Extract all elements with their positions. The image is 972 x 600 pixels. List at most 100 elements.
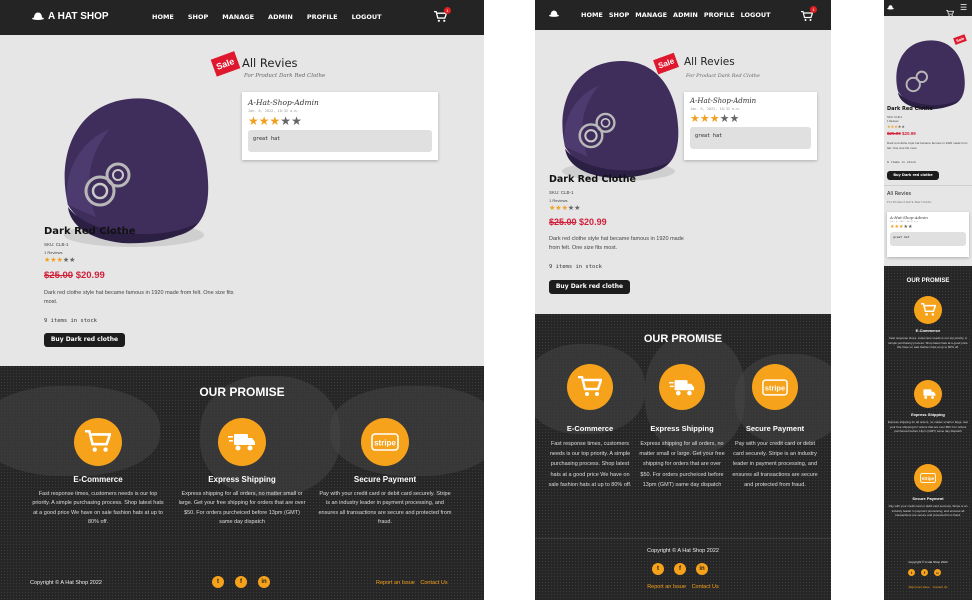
feature-shipping: Express Shipping Express shipping for al… [639, 364, 725, 490]
feature-title: Express Shipping [208, 475, 276, 484]
nav-link-manage[interactable]: MANAGE [222, 13, 254, 21]
twitter-icon[interactable]: t [908, 569, 915, 576]
copyright: Copyright © A Hat Shop 2022 [647, 548, 719, 554]
report-issue-link[interactable]: Report an Issue [647, 584, 686, 590]
linkedin-icon[interactable]: in [934, 569, 941, 576]
review-date: Jan. 6, 2022, 10:32 a.m. [890, 221, 919, 223]
nav-link-home[interactable]: HOME [152, 13, 174, 21]
nav-link-shop[interactable]: SHOP [609, 11, 629, 19]
product-section: Sale Dark Red Clothe SKU: CLB-1 1 Review… [884, 16, 972, 266]
navbar: A HAT SHOP HOME SHOP MANAGE ADMIN PROFIL… [0, 0, 484, 35]
nav-link-home[interactable]: HOME [581, 11, 603, 19]
old-price: $25.00 [549, 217, 577, 227]
review-card: A-Hat-Shop-Admin Jan. 6, 2022, 10:32 a.m… [887, 212, 969, 257]
feature-text: Fast response times, customers needs is … [888, 336, 968, 349]
cart-count-badge: 1 [444, 7, 451, 14]
contact-link[interactable]: Contact Us [420, 580, 447, 586]
product-section: Sale All Revies For Product Dark Red Clo… [535, 30, 831, 314]
hat-logo-icon [549, 10, 559, 17]
brand-logo[interactable]: A HAT SHOP [32, 11, 109, 22]
nav-link-admin[interactable]: ADMIN [673, 11, 698, 19]
nav-link-shop[interactable]: SHOP [188, 13, 208, 21]
nav-link-profile[interactable]: PROFILE [307, 13, 338, 21]
nav-link-profile[interactable]: PROFILE [704, 11, 735, 19]
review-author: A-Hat-Shop-Admin [248, 98, 319, 107]
buy-button[interactable]: Buy Dark red clothe [549, 280, 630, 294]
feature-title: E-Commerce [73, 475, 123, 484]
nav-link-logout[interactable]: LOGOUT [741, 11, 771, 19]
feature-payment: stripe Secure Payment Pay with your cred… [318, 418, 452, 527]
nav-link-admin[interactable]: ADMIN [268, 13, 293, 21]
contact-link[interactable]: Contact Us [692, 584, 719, 590]
linkedin-icon[interactable]: in [696, 563, 708, 575]
report-issue-link[interactable]: Report an Issue [376, 580, 415, 586]
facebook-icon[interactable]: f [921, 569, 928, 576]
truck-icon [228, 434, 255, 451]
nav-link-logout[interactable]: LOGOUT [352, 13, 382, 21]
review-rating: ★ ★ ★ ★ ★ [248, 114, 432, 128]
feature-title: Secure Payment [912, 496, 944, 501]
stripe-icon: stripe [371, 433, 399, 451]
feature-shipping: Express Shipping Express shipping for al… [178, 418, 306, 527]
cart-icon [920, 303, 936, 316]
brand-logo[interactable] [887, 5, 894, 10]
star-icon: ★ [729, 112, 740, 125]
product-name: Dark Red Clothe [549, 174, 636, 185]
star-icon: ★ [709, 112, 720, 125]
feature-payment: stripe Secure Payment Pay with your cred… [887, 464, 969, 518]
mobile-view: ☰ Sale Dark Red Clothe SKU: CLB-1 1 Revi… [884, 0, 972, 600]
feature-text: Fast response times, customers needs is … [548, 441, 632, 488]
product-description: Dark red clothe style hat became famous … [44, 290, 234, 305]
promise-title: OUR PROMISE [906, 278, 950, 284]
reviews-subtitle: For Product Dark Red Clothe [686, 73, 760, 79]
footer-divider [535, 538, 831, 539]
social-links: t f in [212, 576, 270, 588]
truck-icon [669, 379, 695, 395]
buy-button[interactable]: Buy Dark red clothe [887, 171, 939, 180]
facebook-icon[interactable]: f [674, 563, 686, 575]
product-name: Dark Red Clothe [887, 106, 933, 112]
svg-text:stripe: stripe [374, 439, 396, 448]
svg-text:stripe: stripe [922, 476, 935, 481]
facebook-icon[interactable]: f [235, 576, 247, 588]
feature-icon-circle [914, 380, 942, 408]
linkedin-icon[interactable]: in [258, 576, 270, 588]
buy-button[interactable]: Buy Dark red clothe [44, 333, 125, 347]
review-count: 1 Reviews [44, 250, 63, 255]
main-menu: HOME SHOP MANAGE ADMIN PROFILE LOGOUT [152, 13, 382, 21]
product-name: Dark Red Clothe [44, 226, 136, 237]
twitter-icon[interactable]: t [212, 576, 224, 588]
stripe-icon: stripe [762, 378, 788, 396]
price: $25.00 $20.99 [887, 131, 916, 136]
twitter-icon[interactable]: t [652, 563, 664, 575]
cart-button[interactable]: 1 [801, 6, 817, 27]
footer-links: Report an Issue Contact Us [884, 585, 972, 589]
review-count: 1 Reviews [887, 120, 899, 123]
promise-section: OUR PROMISE E-Commerce Fast response tim… [535, 314, 831, 600]
star-icon: ★ [574, 204, 581, 212]
stripe-icon: stripe [920, 472, 936, 484]
star-icon: ★ [699, 112, 710, 125]
nav-link-manage[interactable]: MANAGE [635, 11, 667, 19]
tablet-view: HOME SHOP MANAGE ADMIN PROFILE LOGOUT 1 … [535, 0, 831, 600]
navbar: ☰ [884, 0, 972, 17]
star-icon: ★ [690, 112, 700, 125]
review-count: 1 Reviews [549, 198, 568, 203]
feature-icon-circle [659, 364, 705, 410]
stock-status: 9 items in stock [887, 160, 916, 164]
star-icon: ★ [69, 256, 76, 264]
brand-logo[interactable] [549, 10, 559, 18]
star-icon: ★ [248, 114, 259, 128]
cart-button[interactable]: 1 [434, 7, 451, 28]
promise-title: OUR PROMISE [643, 333, 723, 345]
contact-link[interactable]: Contact Us [933, 585, 948, 589]
promise-title: OUR PROMISE [199, 385, 285, 399]
hat-logo-icon [32, 12, 44, 20]
copyright: Copyright © A Hat Shop 2022 [908, 560, 948, 564]
svg-text:stripe: stripe [765, 383, 785, 392]
stock-status: 9 items in stock [549, 264, 602, 270]
social-links: t f in [652, 563, 708, 575]
hamburger-menu-icon[interactable]: ☰ [960, 4, 967, 12]
feature-title: Express Shipping [650, 424, 714, 433]
report-issue-link[interactable]: Report an Issue [909, 585, 930, 589]
